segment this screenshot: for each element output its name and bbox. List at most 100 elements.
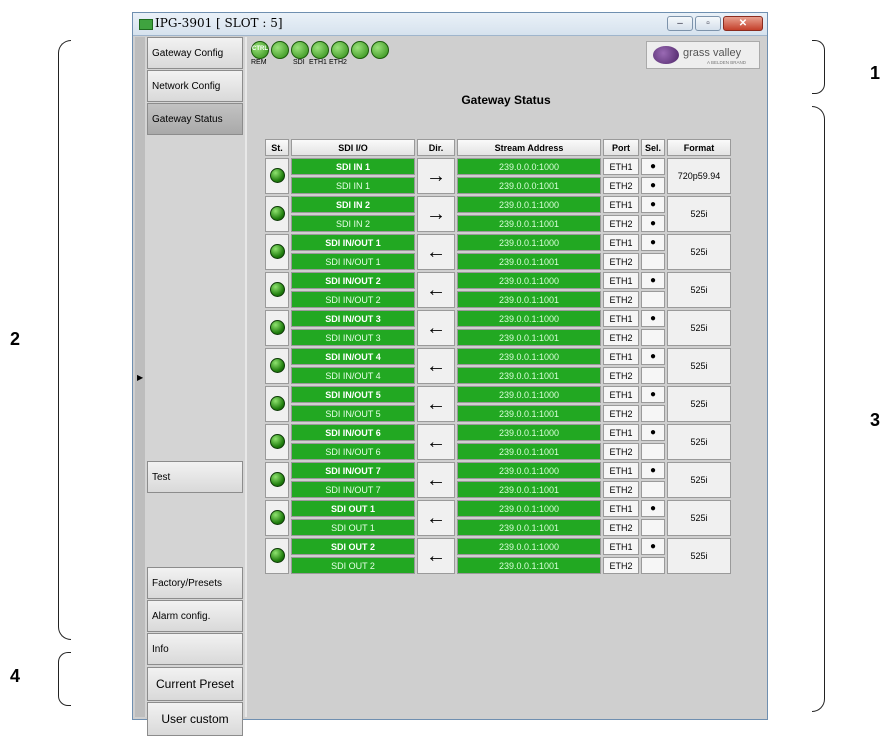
sel-primary[interactable]: ● [641, 538, 665, 555]
stream-address-primary[interactable]: 239.0.0.1:1000 [457, 310, 601, 327]
callout-brace-left-bottom [58, 652, 71, 706]
sidebar-item-factory-presets[interactable]: Factory/Presets [147, 567, 243, 599]
stream-address-secondary[interactable]: 239.0.0.1:1001 [457, 253, 601, 270]
sel-secondary[interactable] [641, 557, 665, 574]
current-preset-button[interactable]: Current Preset [147, 667, 243, 701]
status-led-cell [265, 310, 289, 346]
stream-address-primary[interactable]: 239.0.0.1:1000 [457, 424, 601, 441]
stream-address-secondary[interactable]: 239.0.0.1:1001 [457, 443, 601, 460]
sdi-subname[interactable]: SDI IN 2 [291, 215, 415, 232]
sel-secondary[interactable]: ● [641, 177, 665, 194]
maximize-button[interactable]: ▫ [695, 16, 721, 31]
sidebar-item-gateway-status[interactable]: Gateway Status [147, 103, 243, 135]
sidebar-item-alarm-config[interactable]: Alarm config. [147, 600, 243, 632]
stream-address-secondary[interactable]: 239.0.0.1:1001 [457, 557, 601, 574]
sdi-subname[interactable]: SDI IN/OUT 3 [291, 329, 415, 346]
stream-address-secondary[interactable]: 239.0.0.1:1001 [457, 405, 601, 422]
direction-arrow-icon: ← [417, 310, 455, 346]
stream-address-primary[interactable]: 239.0.0.1:1000 [457, 196, 601, 213]
sel-secondary[interactable]: ● [641, 215, 665, 232]
sel-primary[interactable]: ● [641, 272, 665, 289]
gateway-status-table: St. SDI I/O Dir. Stream Address Port Sel… [263, 137, 733, 576]
sdi-name[interactable]: SDI OUT 1 [291, 500, 415, 517]
sel-primary[interactable]: ● [641, 462, 665, 479]
port-secondary: ETH2 [603, 177, 639, 194]
sdi-name[interactable]: SDI IN/OUT 7 [291, 462, 415, 479]
eth2-status-icon[interactable] [331, 41, 349, 59]
sel-primary[interactable]: ● [641, 500, 665, 517]
stream-address-primary[interactable]: 239.0.0.1:1000 [457, 348, 601, 365]
sdi-name[interactable]: SDI IN/OUT 4 [291, 348, 415, 365]
stream-address-secondary[interactable]: 239.0.0.1:1001 [457, 329, 601, 346]
sdi-subname[interactable]: SDI IN/OUT 1 [291, 253, 415, 270]
eth1-status-icon[interactable] [311, 41, 329, 59]
sel-primary[interactable]: ● [641, 348, 665, 365]
refresh-icon[interactable] [371, 41, 389, 59]
rem-label: REM [251, 59, 267, 66]
stream-address-primary[interactable]: 239.0.0.1:1000 [457, 500, 601, 517]
sel-primary[interactable]: ● [641, 158, 665, 175]
sel-secondary[interactable] [641, 367, 665, 384]
stream-address-secondary[interactable]: 239.0.0.1:1001 [457, 367, 601, 384]
sel-primary[interactable]: ● [641, 424, 665, 441]
table-row: SDI IN 2 → 239.0.0.1:1000 ETH1 ● 525i [265, 196, 731, 232]
sel-secondary[interactable] [641, 405, 665, 422]
sdi-name[interactable]: SDI IN/OUT 2 [291, 272, 415, 289]
sel-secondary[interactable] [641, 519, 665, 536]
sidebar-item-gateway-config[interactable]: Gateway Config [147, 37, 243, 69]
sel-primary[interactable]: ● [641, 234, 665, 251]
sdi-subname[interactable]: SDI IN/OUT 4 [291, 367, 415, 384]
ctrl-status-icon[interactable]: CTRL [251, 41, 269, 59]
stream-address-secondary[interactable]: 239.0.0.1:1001 [457, 481, 601, 498]
table-row: SDI IN/OUT 1 ← 239.0.0.1:1000 ETH1 ● 525i [265, 234, 731, 270]
stream-address-primary[interactable]: 239.0.0.1:1000 [457, 386, 601, 403]
user-custom-button[interactable]: User custom [147, 702, 243, 736]
sdi-name[interactable]: SDI OUT 2 [291, 538, 415, 555]
sel-primary[interactable]: ● [641, 386, 665, 403]
stream-address-secondary[interactable]: 239.0.0.1:1001 [457, 215, 601, 232]
sel-secondary[interactable] [641, 481, 665, 498]
eth1-label: ETH1 [309, 59, 327, 66]
stream-address-secondary[interactable]: 239.0.0.1:1001 [457, 291, 601, 308]
sdi-name[interactable]: SDI IN/OUT 5 [291, 386, 415, 403]
stream-address-primary[interactable]: 239.0.0.1:1000 [457, 272, 601, 289]
link-status-icon[interactable] [271, 41, 289, 59]
sidebar-item-network-config[interactable]: Network Config [147, 70, 243, 102]
sdi-subname[interactable]: SDI OUT 1 [291, 519, 415, 536]
sdi-name[interactable]: SDI IN 2 [291, 196, 415, 213]
port-primary: ETH1 [603, 310, 639, 327]
sdi-name[interactable]: SDI IN/OUT 6 [291, 424, 415, 441]
sel-secondary[interactable] [641, 329, 665, 346]
sel-secondary[interactable] [641, 443, 665, 460]
stream-address-primary[interactable]: 239.0.0.1:1000 [457, 234, 601, 251]
sel-secondary[interactable] [641, 253, 665, 270]
add-icon[interactable] [351, 41, 369, 59]
sdi-status-icon[interactable] [291, 41, 309, 59]
port-secondary: ETH2 [603, 329, 639, 346]
sdi-name[interactable]: SDI IN/OUT 3 [291, 310, 415, 327]
sdi-subname[interactable]: SDI IN/OUT 6 [291, 443, 415, 460]
sdi-subname[interactable]: SDI IN 1 [291, 177, 415, 194]
sidebar-item-test[interactable]: Test [147, 461, 243, 493]
sdi-subname[interactable]: SDI IN/OUT 7 [291, 481, 415, 498]
port-secondary: ETH2 [603, 519, 639, 536]
stream-address-primary[interactable]: 239.0.0.1:1000 [457, 538, 601, 555]
stream-address-secondary[interactable]: 239.0.0.0:1001 [457, 177, 601, 194]
stream-address-secondary[interactable]: 239.0.0.1:1001 [457, 519, 601, 536]
sdi-subname[interactable]: SDI IN/OUT 2 [291, 291, 415, 308]
port-primary: ETH1 [603, 272, 639, 289]
sdi-subname[interactable]: SDI IN/OUT 5 [291, 405, 415, 422]
app-icon [139, 19, 153, 30]
stream-address-primary[interactable]: 239.0.0.0:1000 [457, 158, 601, 175]
sdi-name[interactable]: SDI IN/OUT 1 [291, 234, 415, 251]
minimize-button[interactable]: – [667, 16, 693, 31]
close-button[interactable]: ✕ [723, 16, 763, 31]
sdi-name[interactable]: SDI IN 1 [291, 158, 415, 175]
sidebar-item-info[interactable]: Info [147, 633, 243, 665]
format-value: 525i [667, 386, 731, 422]
sel-primary[interactable]: ● [641, 196, 665, 213]
sdi-subname[interactable]: SDI OUT 2 [291, 557, 415, 574]
sel-secondary[interactable] [641, 291, 665, 308]
sel-primary[interactable]: ● [641, 310, 665, 327]
stream-address-primary[interactable]: 239.0.0.1:1000 [457, 462, 601, 479]
